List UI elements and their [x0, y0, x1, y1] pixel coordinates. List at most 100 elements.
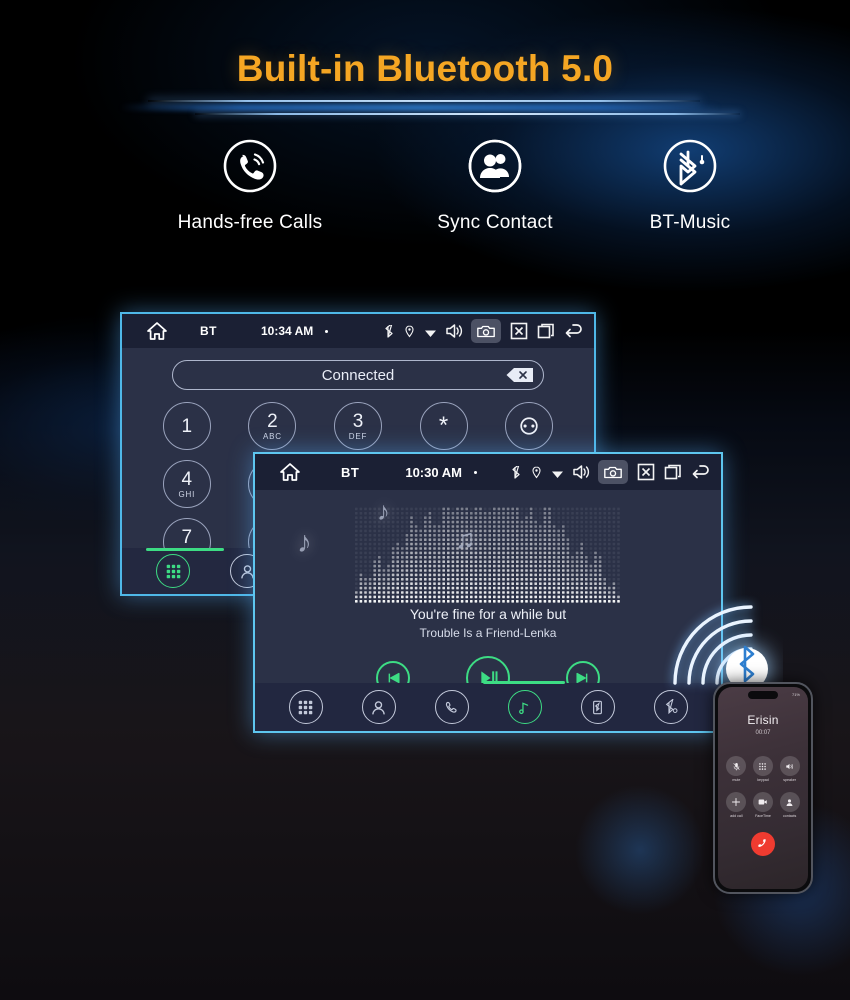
sidebar-item-keypad[interactable]: [288, 690, 323, 724]
poster-stage: Built-in Bluetooth 5.0 Hands-free Calls: [0, 0, 850, 1000]
smartphone-call-overlay[interactable]: 2:48 PM 71% Erisin 00:07 mute keypad: [713, 682, 813, 894]
back-icon[interactable]: [564, 322, 582, 340]
phone-battery: 71%: [791, 692, 800, 697]
status-dot-icon: [473, 470, 477, 474]
keypad-icon[interactable]: [752, 756, 773, 776]
dial-input-field[interactable]: Connected: [172, 360, 544, 390]
title-divider: [0, 96, 850, 122]
active-tab-underline: [483, 681, 565, 684]
feature-label: BT-Music: [649, 212, 731, 233]
key-letters: DEF: [348, 431, 368, 441]
sidebar-item-keypad[interactable]: [156, 554, 190, 588]
key-letters: ABC: [262, 431, 282, 441]
call-control-facetime[interactable]: FaceTime: [752, 792, 775, 818]
feature-list: Hands-free Calls Sync Contact BT-Music: [0, 138, 850, 234]
sidebar-item-device[interactable]: [580, 690, 615, 724]
key-4[interactable]: 4 GHI: [162, 460, 211, 508]
call-control-keypad[interactable]: keypad: [752, 756, 775, 782]
feature-sync-contact: Sync Contact: [400, 138, 590, 234]
phone-screen: 2:48 PM 71% Erisin 00:07 mute keypad: [718, 687, 808, 889]
music-note-icon-right: ♫: [455, 524, 476, 554]
call-control-label: FaceTime: [755, 814, 771, 818]
key-number: 3: [352, 410, 364, 432]
speaker-icon[interactable]: [779, 756, 800, 776]
wifi-icon: [424, 325, 436, 338]
handsfree-call-icon: [222, 138, 278, 194]
close-icon[interactable]: [637, 463, 655, 481]
dialer-clock: 10:34 AM: [261, 324, 314, 338]
recents-icon[interactable]: [537, 322, 555, 340]
feature-label: Hands-free Calls: [177, 212, 323, 233]
call-control-speaker[interactable]: speaker: [778, 756, 801, 782]
camera-icon[interactable]: [598, 460, 628, 484]
key-1[interactable]: 1: [162, 402, 211, 450]
home-icon[interactable]: [146, 321, 168, 341]
wifi-icon: [551, 466, 563, 479]
key-number: 4: [181, 468, 193, 490]
facetime-icon[interactable]: [752, 792, 773, 812]
dialer-statusbar: BT 10:34 AM: [122, 314, 594, 348]
feature-bt-music: BT-Music: [590, 138, 790, 234]
dialer-system-icons: [384, 319, 584, 343]
call-controls-grid[interactable]: mute keypad speaker add call FaceTime co…: [725, 756, 801, 818]
sidebar-item-music[interactable]: [507, 690, 542, 724]
call-control-label: keypad: [757, 778, 769, 782]
backspace-icon[interactable]: [505, 367, 535, 383]
caller-name: Erisin: [747, 713, 779, 727]
call-control-mute[interactable]: mute: [725, 756, 748, 782]
mute-icon[interactable]: [726, 756, 747, 776]
equalizer-dots: [355, 507, 620, 603]
dial-input-value: Connected: [321, 366, 395, 384]
music-clock: 10:30 AM: [405, 464, 462, 480]
phone-notch: [748, 691, 778, 699]
dialer-source-label: BT: [200, 324, 217, 338]
head-unit-music-screen[interactable]: BT 10:30 AM ♪ ♪ ♫ You're fine for a whil…: [253, 452, 723, 733]
active-tab-underline: [146, 548, 224, 551]
music-statusbar: BT 10:30 AM: [255, 454, 721, 490]
location-icon: [404, 324, 415, 338]
key-number: 1: [181, 415, 193, 437]
call-duration: 00:07: [755, 730, 771, 736]
key-star[interactable]: *: [419, 402, 468, 450]
key-3[interactable]: 3 DEF: [333, 402, 382, 450]
music-note-icon-left: ♪: [297, 526, 312, 559]
location-icon: [531, 465, 542, 479]
feature-hands-free-calls: Hands-free Calls: [100, 138, 400, 234]
sync-contact-icon: [467, 138, 523, 194]
sidebar-item-contacts[interactable]: [361, 690, 396, 724]
add-call-icon[interactable]: [726, 792, 747, 812]
music-tabbar[interactable]: [255, 681, 721, 731]
volume-icon[interactable]: [444, 322, 463, 340]
music-note-icon-center: ♪: [377, 496, 390, 526]
close-icon[interactable]: [510, 322, 528, 340]
call-control-contacts[interactable]: contacts: [778, 792, 801, 818]
call-control-label: speaker: [783, 778, 797, 782]
key-number: 2: [267, 410, 278, 432]
sidebar-item-bluetooth-settings[interactable]: [653, 690, 688, 724]
music-source-label: BT: [341, 464, 360, 480]
key-number: *: [438, 412, 449, 439]
music-system-icons: [511, 460, 711, 484]
key-letters: GHI: [178, 489, 196, 499]
call-control-label: add call: [730, 814, 743, 818]
page-title: Built-in Bluetooth 5.0: [236, 48, 614, 89]
bluetooth-music-icon: [662, 138, 718, 194]
bluetooth-icon: [384, 322, 395, 338]
volume-icon[interactable]: [571, 463, 590, 481]
home-icon[interactable]: [279, 462, 301, 482]
back-icon[interactable]: [691, 463, 709, 481]
end-call-icon[interactable]: [751, 832, 775, 856]
contacts-icon[interactable]: [779, 792, 800, 812]
recents-icon[interactable]: [664, 463, 682, 481]
call-control-label: mute: [732, 778, 741, 782]
key-2[interactable]: 2 ABC: [248, 402, 297, 450]
equalizer-visualization: ♪ ♪ ♫: [255, 494, 721, 604]
sidebar-item-phone[interactable]: [434, 690, 469, 724]
call-control-label: contacts: [782, 814, 797, 818]
camera-icon[interactable]: [471, 319, 501, 343]
bluetooth-icon: [511, 463, 522, 479]
dial-action-icon[interactable]: [505, 402, 554, 450]
status-dot-icon: [325, 329, 329, 333]
feature-label: Sync Contact: [437, 212, 553, 233]
call-control-add-call[interactable]: add call: [725, 792, 748, 818]
